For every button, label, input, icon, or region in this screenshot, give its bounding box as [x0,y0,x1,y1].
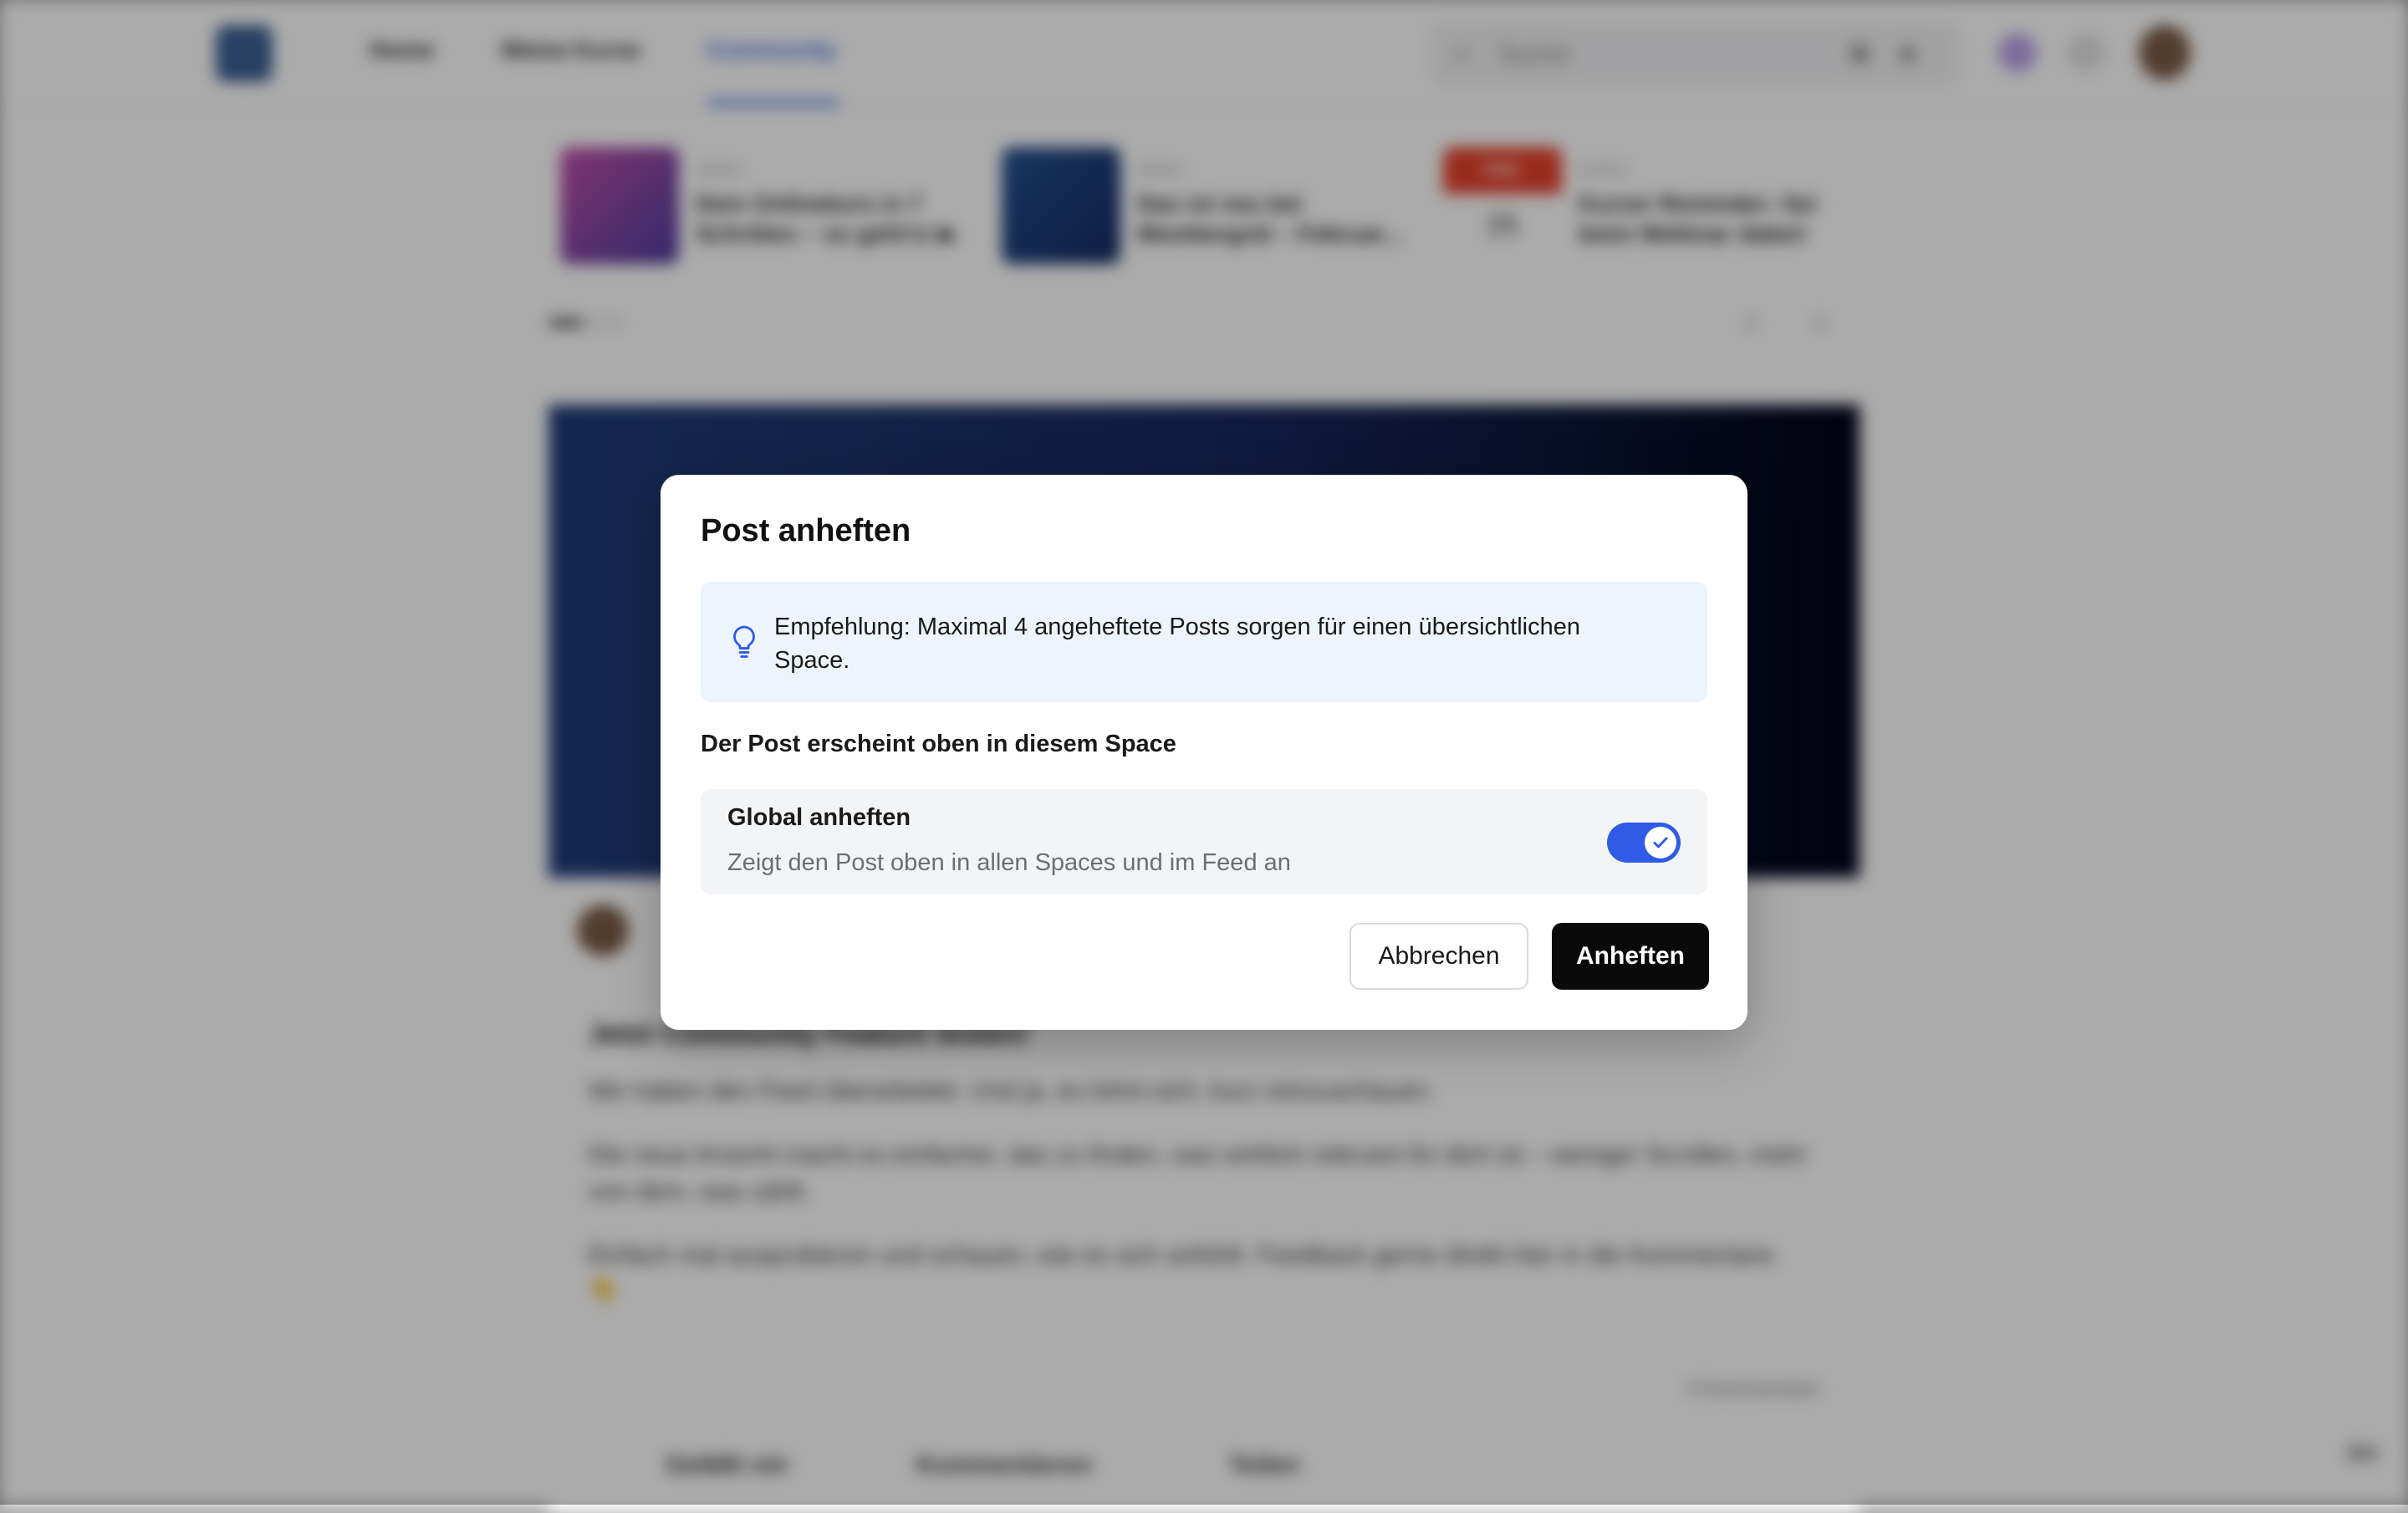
lightbulb-icon [727,624,761,662]
pin-post-dialog: Post anheften Empfehlung: Maximal 4 ange… [661,475,1747,1030]
pin-button[interactable]: Anheften [1552,923,1709,990]
section-label: Der Post erscheint oben in diesem Space [701,731,1176,757]
cancel-button[interactable]: Abbrechen [1349,923,1528,990]
toggle-knob [1645,827,1676,858]
option-title: Global anheften [727,804,911,831]
recommendation-callout: Empfehlung: Maximal 4 angeheftete Posts … [701,582,1707,702]
global-pin-toggle[interactable] [1607,823,1681,863]
dialog-title: Post anheften [701,513,911,548]
global-pin-option[interactable]: Global anheften Zeigt den Post oben in a… [701,789,1707,894]
check-icon [1653,837,1668,848]
option-description: Zeigt den Post oben in allen Spaces und … [727,849,1291,876]
recommendation-text: Empfehlung: Maximal 4 angeheftete Posts … [774,614,1581,674]
